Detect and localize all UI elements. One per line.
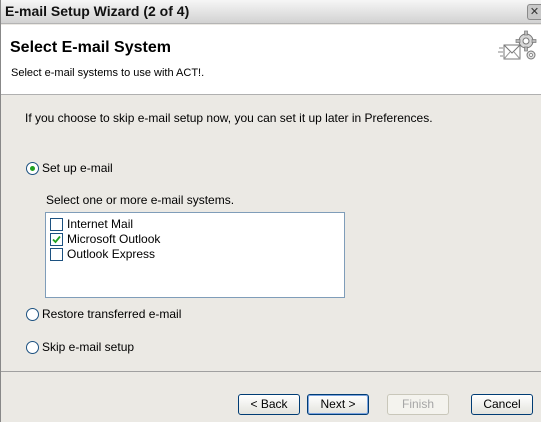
systems-hint: Select one or more e-mail systems. (46, 193, 235, 207)
finish-button[interactable]: Finish (387, 394, 449, 415)
wizard-body: If you choose to skip e-mail setup now, … (1, 96, 541, 371)
page-title: Select E-mail System (10, 39, 171, 56)
wizard-header: Select E-mail System Select e-mail syste… (1, 25, 541, 95)
radio-button[interactable] (26, 161, 39, 175)
wizard-window: E-mail Setup Wizard (2 of 4) ✕ Select E-… (0, 0, 541, 422)
close-button[interactable]: ✕ (527, 4, 541, 20)
radio-label: Restore transferred e-mail (42, 307, 182, 321)
check-mark-icon (52, 235, 61, 243)
page-subtitle: Select e-mail systems to use with ACT!. (11, 67, 205, 79)
checkbox-label: Microsoft Outlook (67, 232, 161, 246)
radio-label: Skip e-mail setup (42, 340, 135, 354)
cancel-button[interactable]: Cancel (471, 394, 533, 415)
radio-skip-email-setup[interactable]: Skip e-mail setup (26, 340, 134, 354)
checkbox[interactable] (50, 247, 63, 261)
radio-set-up-email[interactable]: Set up e-mail (26, 161, 113, 175)
close-icon: ✕ (529, 6, 540, 18)
checkbox[interactable] (50, 232, 63, 246)
list-item-internet-mail[interactable]: Internet Mail (50, 217, 133, 231)
title-bar: E-mail Setup Wizard (2 of 4) ✕ (1, 0, 541, 24)
list-item-outlook-express[interactable]: Outlook Express (50, 247, 155, 261)
radio-label: Set up e-mail (42, 161, 113, 175)
checkbox-label: Outlook Express (67, 247, 156, 261)
radio-selected-dot (30, 165, 35, 171)
back-button[interactable]: < Back (238, 394, 300, 415)
checkbox[interactable] (50, 217, 63, 231)
radio-restore-transferred[interactable]: Restore transferred e-mail (26, 307, 181, 321)
wizard-footer: < Back Next > Finish Cancel (1, 371, 541, 422)
mail-wizard-icon (498, 30, 537, 60)
window-title: E-mail Setup Wizard (2 of 4) (5, 3, 190, 19)
radio-button[interactable] (26, 307, 39, 321)
skip-info-text: If you choose to skip e-mail setup now, … (25, 111, 433, 125)
list-item-microsoft-outlook[interactable]: Microsoft Outlook (50, 232, 160, 246)
radio-button[interactable] (26, 340, 39, 354)
checkbox-label: Internet Mail (67, 217, 134, 231)
email-systems-list[interactable]: Internet Mail Microsoft Outlook Outlook … (45, 212, 345, 298)
next-button[interactable]: Next > (307, 394, 369, 415)
